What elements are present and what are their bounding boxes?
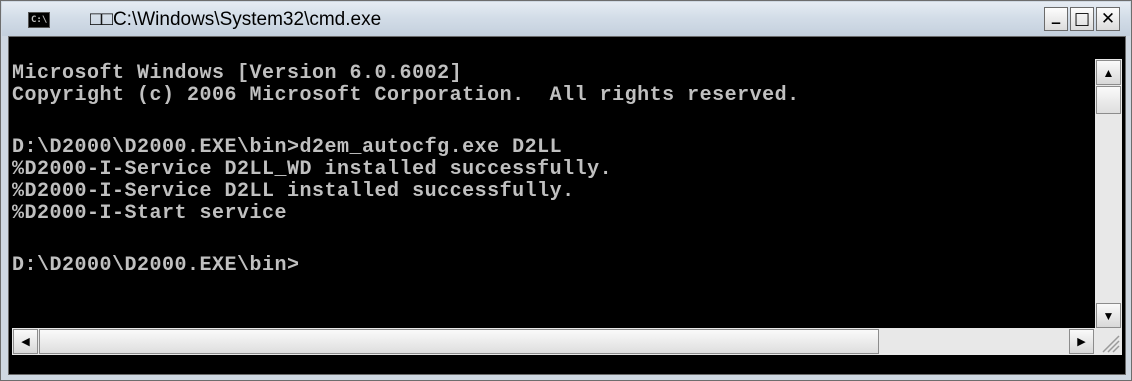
console-line: D:\D2000\D2000.EXE\bin>d2em_autocfg.exe … (12, 136, 563, 159)
vertical-scroll-thumb[interactable] (1096, 86, 1121, 114)
scroll-left-button[interactable]: ◀ (13, 329, 38, 354)
window-title: □□C:\Windows\System32\cmd.exe (90, 9, 382, 30)
cmd-icon[interactable]: C:\ (28, 12, 50, 28)
cmd-window: C:\ □□C:\Windows\System32\cmd.exe _ □ ✕ … (0, 0, 1132, 381)
console-line: %D2000-I-Service D2LL_WD installed succe… (12, 158, 613, 181)
console-line: %D2000-I-Start service (12, 202, 288, 225)
scroll-down-button[interactable]: ▼ (1096, 303, 1121, 328)
minimize-button[interactable]: _ (1044, 4, 1068, 31)
minimize-icon: _ (1051, 4, 1061, 25)
horizontal-scroll-thumb[interactable] (39, 329, 879, 354)
arrow-left-icon: ◀ (21, 336, 30, 348)
maximize-button[interactable]: □ (1070, 7, 1094, 31)
console-prompt: D:\D2000\D2000.EXE\bin> (12, 254, 300, 277)
console-line: %D2000-I-Service D2LL installed successf… (12, 180, 575, 203)
maximize-icon: □ (1073, 8, 1091, 29)
horizontal-scrollbar[interactable]: ◀ ▶ (12, 328, 1095, 355)
resize-grip[interactable] (1095, 328, 1122, 355)
resize-grip-icon (1102, 335, 1120, 353)
console-line: Copyright (c) 2006 Microsoft Corporation… (12, 84, 800, 107)
close-icon: ✕ (1100, 8, 1116, 29)
arrow-down-icon: ▼ (1102, 308, 1115, 323)
scroll-right-button[interactable]: ▶ (1069, 329, 1094, 354)
scroll-up-button[interactable]: ▲ (1096, 60, 1121, 85)
arrow-right-icon: ▶ (1077, 336, 1086, 348)
console-output[interactable]: Microsoft Windows [Version 6.0.6002] Cop… (12, 59, 1075, 329)
console-line: Microsoft Windows [Version 6.0.6002] (12, 62, 463, 85)
vertical-scrollbar[interactable]: ▲ ▼ (1095, 59, 1122, 329)
title-bar[interactable]: C:\ □□C:\Windows\System32\cmd.exe _ □ ✕ (2, 2, 1130, 36)
arrow-up-icon: ▲ (1102, 65, 1115, 80)
close-button[interactable]: ✕ (1096, 7, 1120, 31)
